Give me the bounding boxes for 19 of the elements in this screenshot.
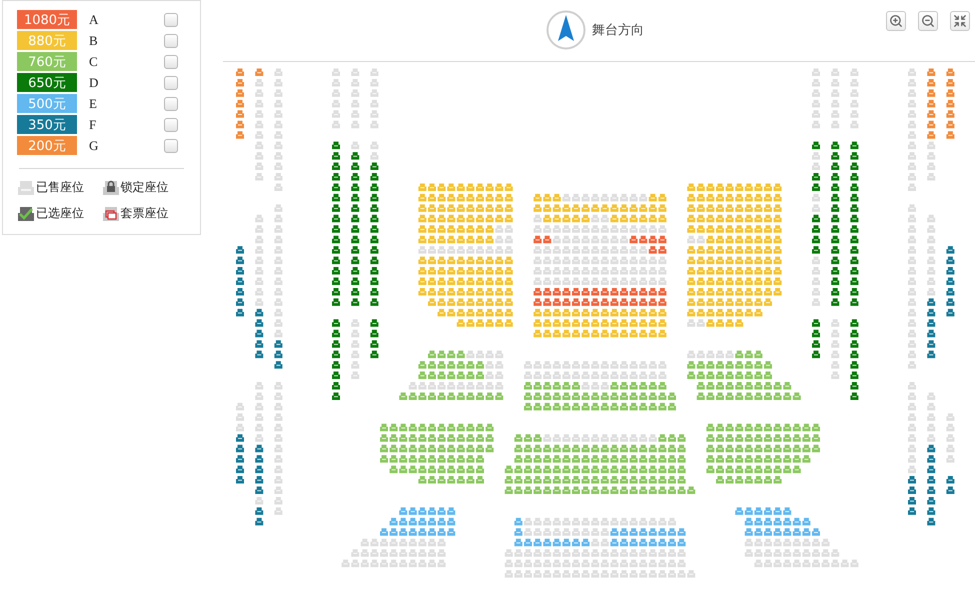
price-tag: 650元 [17,73,77,92]
tier-letter: D [89,74,100,90]
price-tag: 200元 [17,136,77,155]
price-tag: 350元 [17,115,77,134]
price-tag: 500元 [17,94,77,113]
tier-letter: E [89,96,98,112]
stage-direction-label: 舞台方向 [592,22,644,39]
price-tag: 880元 [17,31,77,50]
tier-letter: G [89,138,100,154]
status-label: 套票座位 [120,205,168,222]
price-tag: 1080元 [17,10,77,29]
tier-letter: C [89,54,99,70]
tier-letter: F [89,116,98,132]
status-label: 已选座位 [36,205,84,222]
status-label: 已售座位 [36,179,84,196]
price-tag: 760元 [17,52,77,71]
status-label: 锁定座位 [120,179,168,196]
tier-letter: A [89,12,100,28]
tier-letter: B [89,32,99,48]
